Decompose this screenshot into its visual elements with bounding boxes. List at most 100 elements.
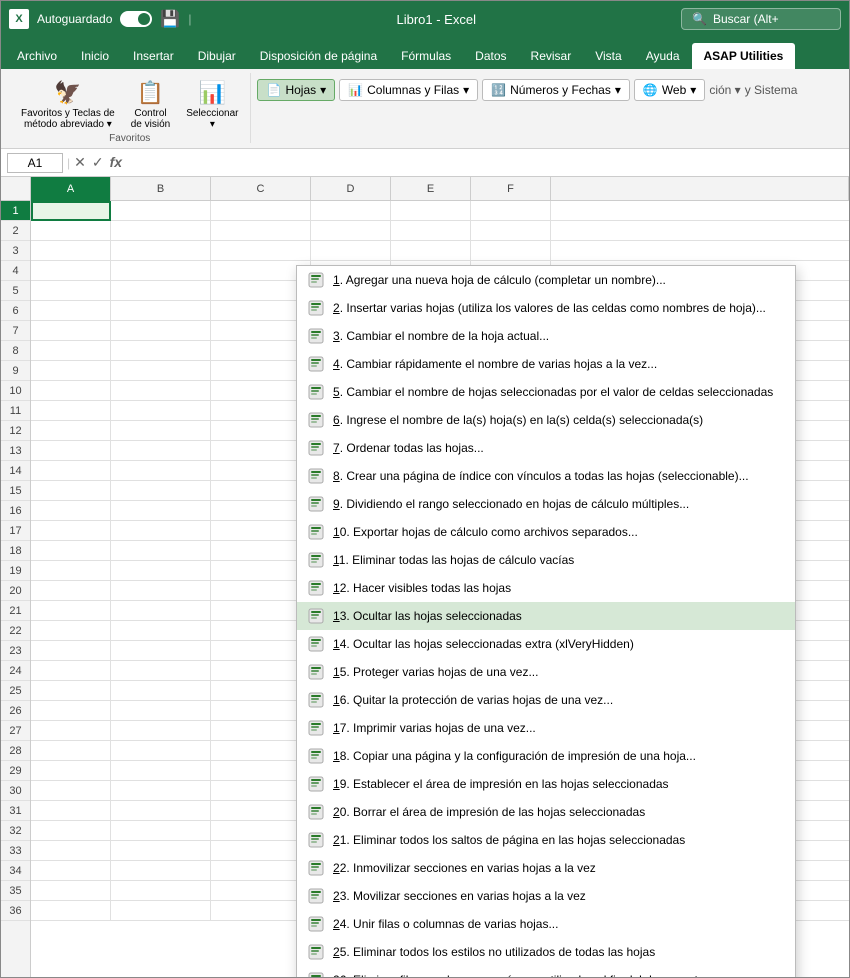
menu-item[interactable]: 25. Eliminar todos los estilos no utiliz…: [297, 938, 795, 966]
grid-cell[interactable]: [111, 661, 211, 681]
grid-cell[interactable]: [31, 261, 111, 281]
grid-cell[interactable]: [31, 621, 111, 641]
tab-insertar[interactable]: Insertar: [121, 43, 186, 69]
grid-cell[interactable]: [31, 881, 111, 901]
grid-cell[interactable]: [31, 581, 111, 601]
check-icon[interactable]: ✕: [74, 154, 86, 171]
grid-cell[interactable]: [111, 261, 211, 281]
menu-item[interactable]: 3. Cambiar el nombre de la hoja actual..…: [297, 322, 795, 350]
menu-item[interactable]: 15. Proteger varias hojas de una vez...: [297, 658, 795, 686]
formula-input[interactable]: [126, 156, 843, 170]
grid-cell[interactable]: [111, 841, 211, 861]
menu-item[interactable]: 22. Inmovilizar secciones en varias hoja…: [297, 854, 795, 882]
grid-cell[interactable]: [111, 621, 211, 641]
grid-cell[interactable]: [31, 901, 111, 921]
menu-item[interactable]: 9. Dividiendo el rango seleccionado en h…: [297, 490, 795, 518]
grid-cell[interactable]: [31, 661, 111, 681]
menu-item[interactable]: 24. Unir filas o columnas de varias hoja…: [297, 910, 795, 938]
grid-cell[interactable]: [211, 241, 311, 261]
grid-cell[interactable]: [31, 481, 111, 501]
menu-item[interactable]: 13. Ocultar las hojas seleccionadas: [297, 602, 795, 630]
hojas-dropdown-menu[interactable]: 1. Agregar una nueva hoja de cálculo (co…: [296, 265, 796, 977]
btn-control-vision[interactable]: 📋 Controlde visión: [125, 77, 176, 133]
menu-item[interactable]: 23. Movilizar secciones en varias hojas …: [297, 882, 795, 910]
grid-cell[interactable]: [111, 201, 211, 221]
grid-cell[interactable]: [111, 581, 211, 601]
grid-cell[interactable]: [471, 241, 551, 261]
menu-item[interactable]: 2. Insertar varias hojas (utiliza los va…: [297, 294, 795, 322]
search-box[interactable]: 🔍 Buscar (Alt+: [681, 8, 841, 30]
grid-cell[interactable]: [31, 501, 111, 521]
dropdown-web[interactable]: 🌐 Web ▾: [634, 79, 705, 101]
btn-favoritos[interactable]: 🦅 Favoritos y Teclas demétodo abreviado …: [15, 77, 121, 133]
dropdown-columnas[interactable]: 📊 Columnas y Filas ▾: [339, 79, 478, 101]
tab-inicio[interactable]: Inicio: [69, 43, 121, 69]
menu-item[interactable]: 5. Cambiar el nombre de hojas selecciona…: [297, 378, 795, 406]
grid-cell[interactable]: [31, 421, 111, 441]
grid-cell[interactable]: [111, 901, 211, 921]
menu-item[interactable]: 16. Quitar la protección de varias hojas…: [297, 686, 795, 714]
grid-cell[interactable]: [111, 301, 211, 321]
grid-cell[interactable]: [31, 381, 111, 401]
tab-disposicion[interactable]: Disposición de página: [248, 43, 389, 69]
grid-cell[interactable]: [111, 281, 211, 301]
grid-cell[interactable]: [111, 681, 211, 701]
menu-item[interactable]: 19. Establecer el área de impresión en l…: [297, 770, 795, 798]
grid-cell[interactable]: [31, 781, 111, 801]
grid-cell[interactable]: [111, 821, 211, 841]
grid-cell[interactable]: [111, 541, 211, 561]
grid-cell[interactable]: [111, 501, 211, 521]
tab-dibujar[interactable]: Dibujar: [186, 43, 248, 69]
menu-item[interactable]: 20. Borrar el área de impresión de las h…: [297, 798, 795, 826]
grid-cell[interactable]: [391, 241, 471, 261]
col-header-c[interactable]: C: [211, 177, 311, 201]
grid-cell[interactable]: [111, 781, 211, 801]
grid-cell[interactable]: [391, 201, 471, 221]
grid-cell[interactable]: [111, 361, 211, 381]
menu-item[interactable]: 4. Cambiar rápidamente el nombre de vari…: [297, 350, 795, 378]
menu-item[interactable]: 21. Eliminar todos los saltos de página …: [297, 826, 795, 854]
menu-item[interactable]: 8. Crear una página de índice con víncul…: [297, 462, 795, 490]
grid-cell[interactable]: [311, 221, 391, 241]
menu-item[interactable]: 6. Ingrese el nombre de la(s) hoja(s) en…: [297, 406, 795, 434]
grid-cell[interactable]: [111, 241, 211, 261]
grid-cell[interactable]: [31, 861, 111, 881]
menu-item[interactable]: 1. Agregar una nueva hoja de cálculo (co…: [297, 266, 795, 294]
autosave-toggle[interactable]: [120, 11, 152, 27]
grid-cell[interactable]: [31, 361, 111, 381]
grid-cell[interactable]: [31, 441, 111, 461]
col-header-d[interactable]: D: [311, 177, 391, 201]
grid-cell[interactable]: [31, 761, 111, 781]
confirm-icon[interactable]: ✓: [92, 154, 104, 171]
menu-item[interactable]: 11. Eliminar todas las hojas de cálculo …: [297, 546, 795, 574]
menu-item[interactable]: 14. Ocultar las hojas seleccionadas extr…: [297, 630, 795, 658]
grid-cell[interactable]: [31, 801, 111, 821]
grid-cell[interactable]: [31, 821, 111, 841]
grid-cell[interactable]: [111, 461, 211, 481]
grid-cell[interactable]: [111, 881, 211, 901]
grid-cell[interactable]: [111, 641, 211, 661]
grid-cell[interactable]: [31, 541, 111, 561]
dropdown-numeros[interactable]: 🔢 Números y Fechas ▾: [482, 79, 630, 101]
grid-cell[interactable]: [31, 681, 111, 701]
menu-item[interactable]: 12. Hacer visibles todas las hojas: [297, 574, 795, 602]
grid-cell[interactable]: [31, 201, 111, 221]
grid-cell[interactable]: [111, 561, 211, 581]
grid-cell[interactable]: [31, 721, 111, 741]
grid-cell[interactable]: [31, 701, 111, 721]
fx-icon[interactable]: fx: [110, 154, 122, 171]
grid-cell[interactable]: [111, 601, 211, 621]
dropdown-hojas[interactable]: 📄 Hojas ▾: [257, 79, 335, 101]
tab-archivo[interactable]: Archivo: [5, 43, 69, 69]
grid-cell[interactable]: [111, 801, 211, 821]
grid-cell[interactable]: [111, 221, 211, 241]
grid-cell[interactable]: [111, 421, 211, 441]
grid-cell[interactable]: [471, 221, 551, 241]
grid-cell[interactable]: [31, 841, 111, 861]
tab-formulas[interactable]: Fórmulas: [389, 43, 463, 69]
grid-cell[interactable]: [31, 521, 111, 541]
grid-cell[interactable]: [31, 241, 111, 261]
grid-cell[interactable]: [111, 521, 211, 541]
grid-cell[interactable]: [111, 401, 211, 421]
grid-cell[interactable]: [31, 561, 111, 581]
